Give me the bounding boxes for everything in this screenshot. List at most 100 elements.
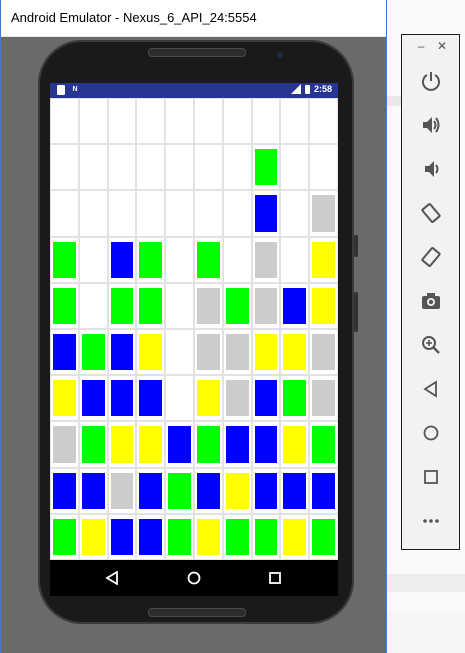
board-cell[interactable]: [107, 282, 137, 329]
board-cell[interactable]: [309, 236, 338, 283]
board-cell[interactable]: [194, 144, 223, 191]
close-icon[interactable]: ✕: [435, 39, 449, 53]
board-cell[interactable]: [280, 467, 310, 514]
board-cell[interactable]: [251, 375, 281, 422]
board-cell[interactable]: [251, 421, 281, 468]
board-cell[interactable]: [165, 190, 194, 237]
board-cell[interactable]: [78, 513, 108, 560]
board-cell[interactable]: [165, 375, 194, 422]
screenshot-button[interactable]: [416, 286, 446, 316]
board-cell[interactable]: [50, 329, 79, 376]
board-cell[interactable]: [50, 467, 79, 514]
board-cell[interactable]: [107, 375, 137, 422]
board-cell[interactable]: [136, 236, 166, 283]
board-cell[interactable]: [280, 513, 310, 560]
board-cell[interactable]: [78, 282, 108, 329]
board-cell[interactable]: [251, 236, 281, 283]
board-cell[interactable]: [251, 282, 281, 329]
board-cell[interactable]: [165, 144, 194, 191]
board-cell[interactable]: [50, 421, 79, 468]
board-cell[interactable]: [107, 421, 137, 468]
board-cell[interactable]: [194, 282, 223, 329]
phone-volume-key[interactable]: [354, 292, 358, 332]
board-cell[interactable]: [280, 329, 310, 376]
board-cell[interactable]: [280, 190, 310, 237]
board-cell[interactable]: [309, 98, 338, 145]
board-cell[interactable]: [50, 236, 79, 283]
board-cell[interactable]: [165, 513, 194, 560]
board-cell[interactable]: [222, 98, 252, 145]
board-cell[interactable]: [107, 190, 137, 237]
home-button[interactable]: [416, 418, 446, 448]
board-cell[interactable]: [107, 513, 137, 560]
board-cell[interactable]: [309, 144, 338, 191]
board-cell[interactable]: [309, 282, 338, 329]
board-cell[interactable]: [222, 144, 252, 191]
board-cell[interactable]: [194, 375, 223, 422]
board-cell[interactable]: [107, 236, 137, 283]
zoom-button[interactable]: [416, 330, 446, 360]
board-cell[interactable]: [194, 513, 223, 560]
board-cell[interactable]: [107, 467, 137, 514]
board-cell[interactable]: [280, 282, 310, 329]
board-cell[interactable]: [194, 98, 223, 145]
board-cell[interactable]: [280, 375, 310, 422]
board-cell[interactable]: [194, 236, 223, 283]
board-cell[interactable]: [222, 236, 252, 283]
more-button[interactable]: [416, 506, 446, 536]
board-cell[interactable]: [251, 467, 281, 514]
board-cell[interactable]: [136, 144, 166, 191]
board-cell[interactable]: [78, 190, 108, 237]
board-cell[interactable]: [136, 467, 166, 514]
board-cell[interactable]: [78, 98, 108, 145]
board-cell[interactable]: [50, 98, 79, 145]
board-cell[interactable]: [165, 98, 194, 145]
board-cell[interactable]: [309, 375, 338, 422]
board-cell[interactable]: [309, 329, 338, 376]
board-cell[interactable]: [251, 190, 281, 237]
phone-power-key[interactable]: [354, 235, 358, 257]
back-button[interactable]: [416, 374, 446, 404]
board-cell[interactable]: [222, 513, 252, 560]
board-cell[interactable]: [251, 144, 281, 191]
board-cell[interactable]: [50, 513, 79, 560]
rotate-right-button[interactable]: [416, 242, 446, 272]
board-cell[interactable]: [222, 329, 252, 376]
board-cell[interactable]: [78, 375, 108, 422]
board-cell[interactable]: [280, 421, 310, 468]
board-cell[interactable]: [309, 513, 338, 560]
board-cell[interactable]: [50, 190, 79, 237]
board-cell[interactable]: [280, 236, 310, 283]
board-cell[interactable]: [50, 375, 79, 422]
board-cell[interactable]: [78, 421, 108, 468]
board-cell[interactable]: [251, 329, 281, 376]
board-cell[interactable]: [251, 513, 281, 560]
board-cell[interactable]: [165, 421, 194, 468]
device-screen[interactable]: N 2:58: [50, 83, 338, 560]
board-cell[interactable]: [309, 421, 338, 468]
minimize-icon[interactable]: –: [414, 39, 428, 53]
board-cell[interactable]: [107, 144, 137, 191]
board-cell[interactable]: [78, 144, 108, 191]
board-cell[interactable]: [136, 421, 166, 468]
board-cell[interactable]: [194, 467, 223, 514]
board-cell[interactable]: [78, 236, 108, 283]
board-cell[interactable]: [165, 329, 194, 376]
board-cell[interactable]: [78, 467, 108, 514]
board-cell[interactable]: [136, 190, 166, 237]
board-cell[interactable]: [194, 329, 223, 376]
board-cell[interactable]: [222, 282, 252, 329]
board-cell[interactable]: [165, 282, 194, 329]
board-cell[interactable]: [165, 236, 194, 283]
overview-button[interactable]: [416, 462, 446, 492]
board-cell[interactable]: [222, 190, 252, 237]
board-cell[interactable]: [136, 282, 166, 329]
volume-down-button[interactable]: [416, 154, 446, 184]
power-button[interactable]: [416, 66, 446, 96]
board-cell[interactable]: [222, 375, 252, 422]
board-cell[interactable]: [78, 329, 108, 376]
board-cell[interactable]: [136, 329, 166, 376]
board-cell[interactable]: [280, 144, 310, 191]
volume-up-button[interactable]: [416, 110, 446, 140]
nav-home-button[interactable]: [184, 568, 204, 588]
